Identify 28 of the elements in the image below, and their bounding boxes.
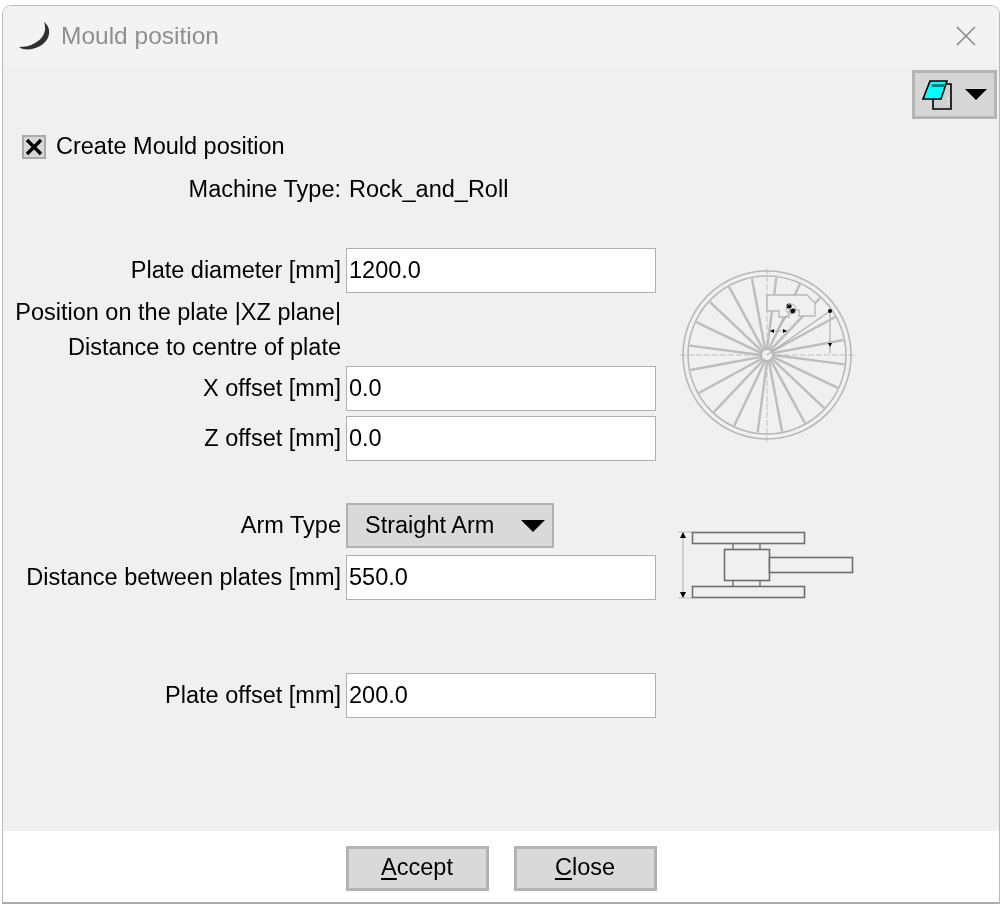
number-field[interactable]: 0.0 (346, 366, 656, 411)
crescent-icon (18, 21, 52, 51)
field-label: X offset [mm] (202, 373, 341, 403)
toolbar-menu-button[interactable] (912, 70, 997, 119)
number-field[interactable]: 1200.0 (346, 248, 656, 293)
field-label: Plate diameter [mm] (129, 255, 341, 285)
caret-icon (521, 519, 545, 532)
notebook-icon (922, 78, 954, 111)
checkbox-label: Create Mould position (56, 132, 285, 162)
dialog-button[interactable]: Accept (345, 845, 489, 891)
field-label: Arm Type (239, 510, 341, 540)
close-button[interactable] (955, 25, 977, 47)
arm-type-dropdown[interactable]: Straight Arm (346, 503, 554, 548)
number-field[interactable]: 0.0 (346, 416, 656, 461)
dialog-button[interactable]: Close (513, 845, 657, 891)
number-field[interactable]: 550.0 (346, 555, 656, 600)
machine-type-value: Rock_and_Roll (349, 175, 509, 205)
close-icon (956, 26, 976, 46)
field-label: Plate offset [mm] (164, 680, 341, 710)
field-label: Distance between plates [mm] (25, 562, 341, 592)
section-note: Position on the plate |XZ plane| (14, 297, 341, 327)
checkbox[interactable] (22, 135, 46, 159)
section-note: Distance to centre of plate (67, 332, 341, 362)
field-label: Z offset [mm] (203, 423, 341, 453)
field-label: Machine Type: (187, 175, 341, 205)
caret-icon (965, 89, 987, 100)
window-title: Mould position (61, 20, 219, 51)
number-field[interactable]: 200.0 (346, 673, 656, 718)
